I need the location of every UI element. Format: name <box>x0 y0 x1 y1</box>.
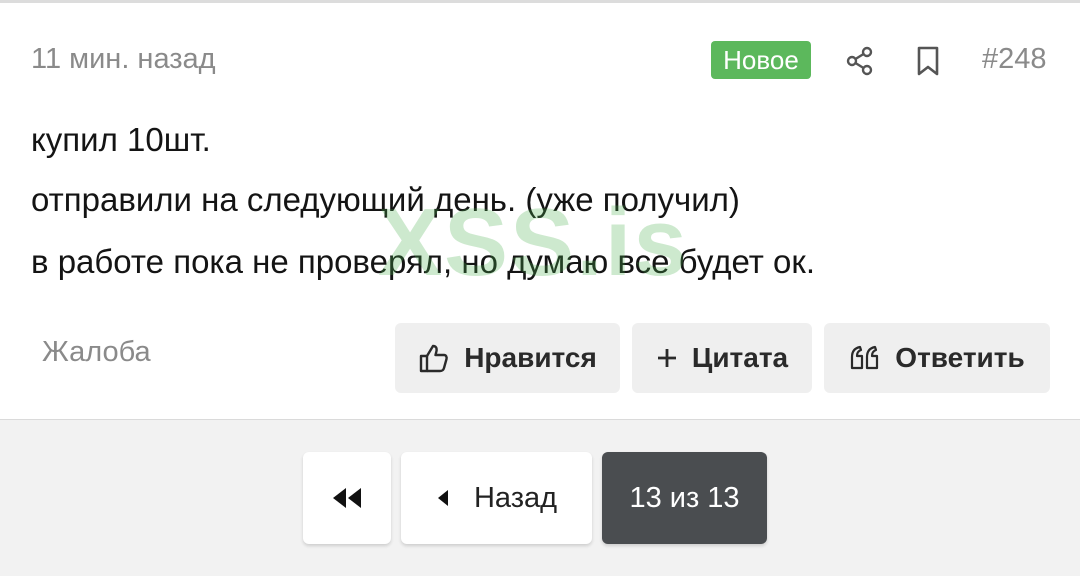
share-button[interactable] <box>840 41 880 81</box>
prev-page-button[interactable]: Назад <box>401 452 592 544</box>
first-page-button[interactable] <box>303 452 391 544</box>
caret-left-icon <box>437 490 448 506</box>
report-link[interactable]: Жалоба <box>42 336 151 369</box>
post-timestamp[interactable]: 11 мин. назад <box>31 43 216 76</box>
reply-button[interactable]: Ответить <box>824 323 1050 393</box>
post-body-line: купил 10шт. <box>31 121 211 158</box>
post-card: 11 мин. назад Новое #248 купил 10шт. отп… <box>0 0 1080 420</box>
bookmark-button[interactable] <box>908 41 948 81</box>
reply-label: Ответить <box>895 342 1025 373</box>
quote-button[interactable]: Цитата <box>632 323 812 393</box>
watermark: XSS.is <box>378 189 689 296</box>
double-left-icon <box>333 488 361 508</box>
like-label: Нравится <box>464 342 597 373</box>
quote-label: Цитата <box>691 342 789 373</box>
bookmark-icon <box>917 46 939 76</box>
quote-icon <box>851 345 879 370</box>
thumbs-up-icon <box>420 344 449 373</box>
post-number-link[interactable]: #248 <box>982 43 1047 76</box>
like-button[interactable]: Нравится <box>395 323 620 393</box>
current-page-indicator[interactable]: 13 из 13 <box>602 452 767 544</box>
new-badge: Новое <box>711 41 811 79</box>
share-icon <box>846 46 873 76</box>
prev-page-label: Назад <box>473 481 558 514</box>
plus-icon <box>657 349 676 367</box>
